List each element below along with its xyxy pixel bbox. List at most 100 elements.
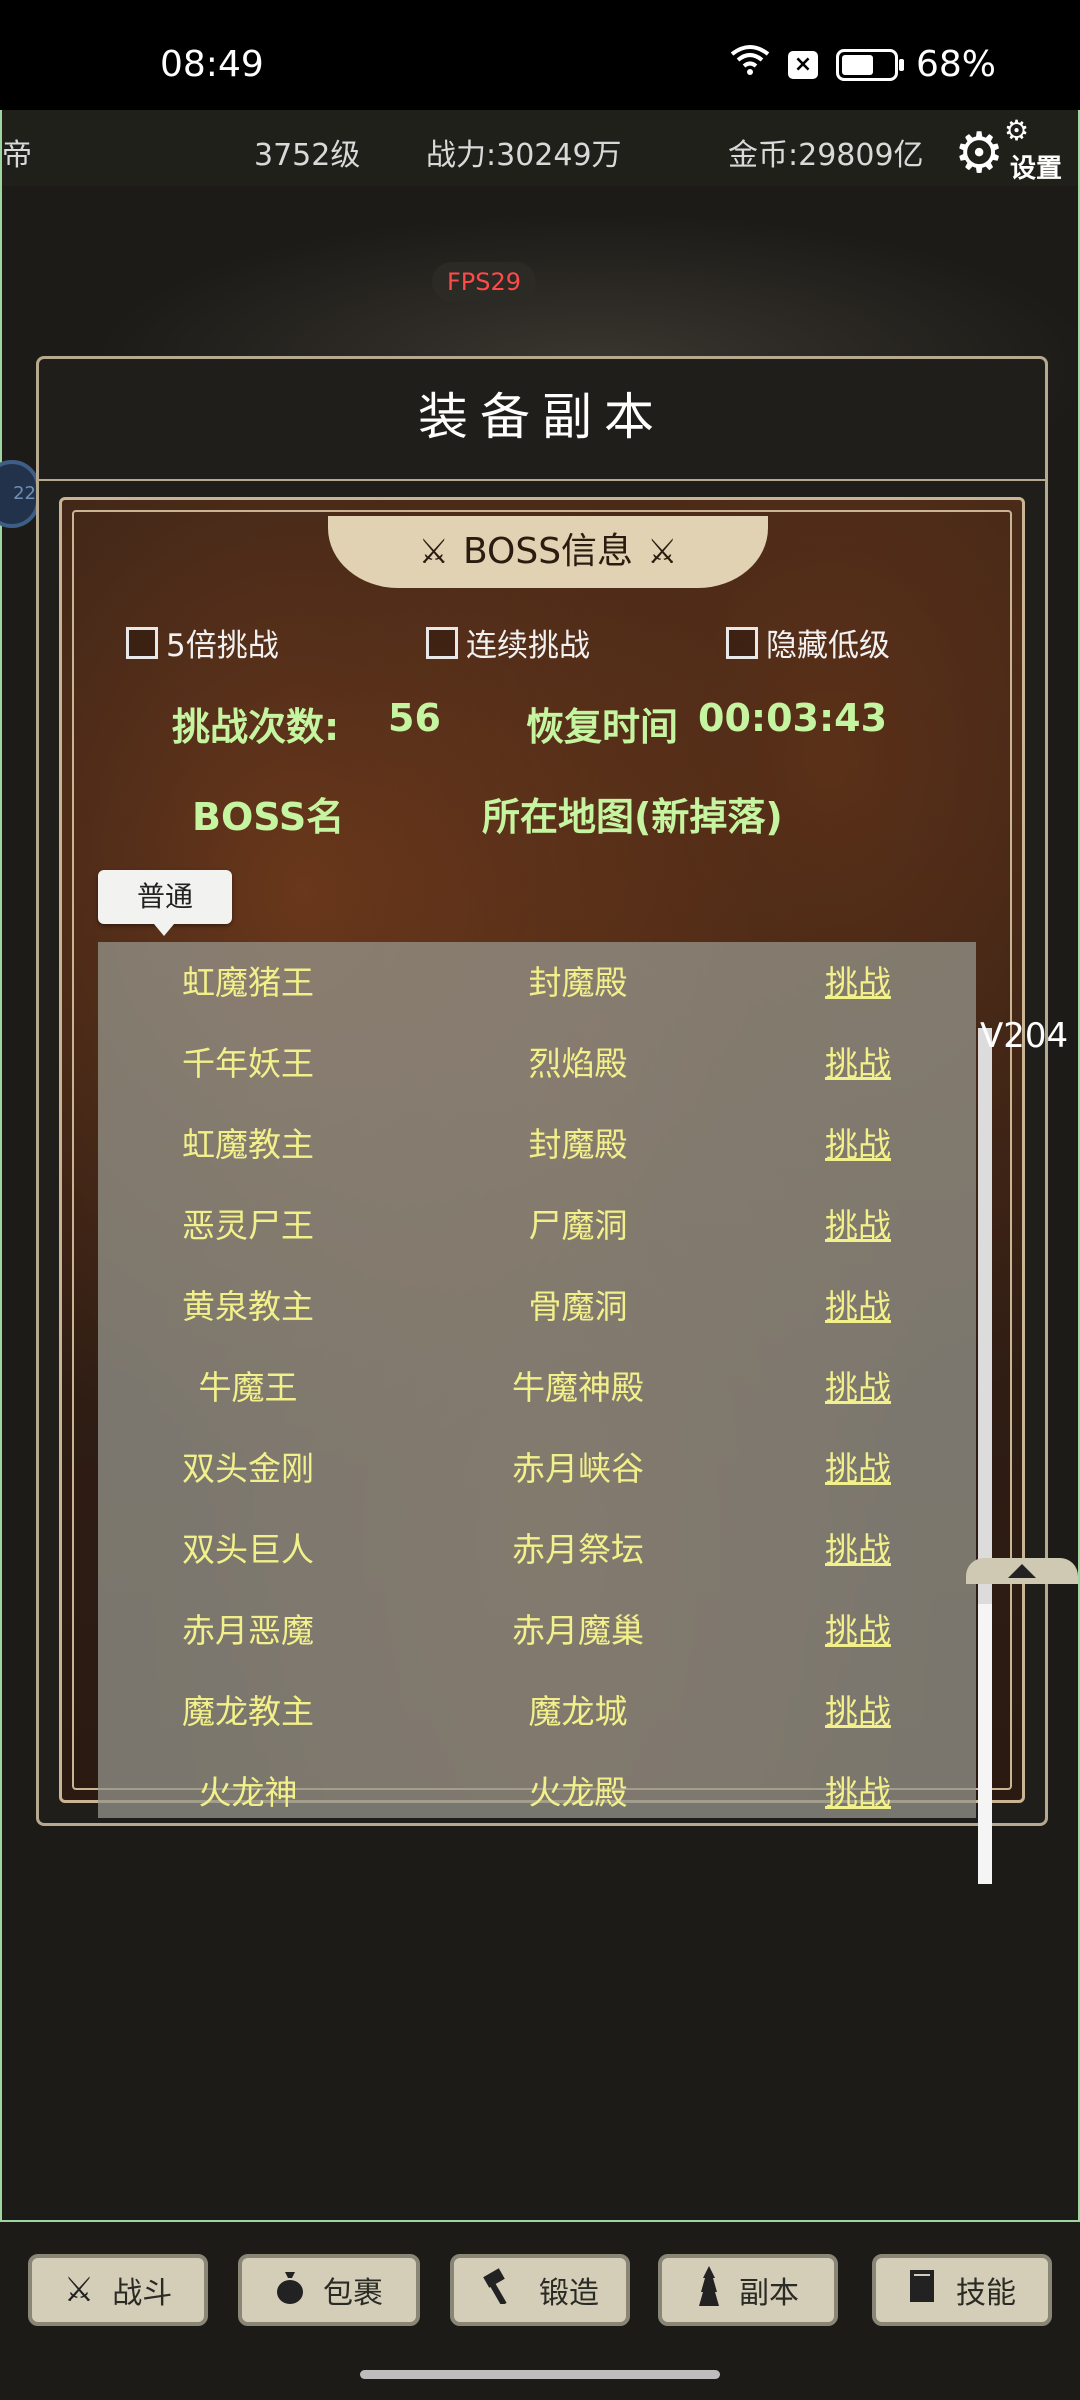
boss-row: 双头巨人 赤月祭坛 挑战 — [98, 1509, 976, 1590]
crossed-swords-icon: ⚔ — [418, 532, 449, 572]
challenge-link[interactable]: 挑战 — [758, 1347, 958, 1428]
equipment-dungeon-panel: 装备副本 ⚔ BOSS信息 ⚔ 5倍挑战 连续挑战 隐藏低级 挑战次数: 56 … — [36, 356, 1048, 1826]
status-bar: 08:49 × 68% — [0, 0, 1080, 110]
version-label: V204 — [980, 1016, 1069, 1056]
nav-skills-button[interactable]: 技能 — [872, 2254, 1052, 2326]
nav-label: 战斗 — [112, 2276, 173, 2311]
checkbox-label: 5倍挑战 — [166, 628, 279, 664]
clock: 08:49 — [160, 44, 264, 85]
battery-percent: 68% — [915, 44, 996, 85]
boss-row: 魔龙教主 魔龙城 挑战 — [98, 1671, 976, 1752]
game-area: 帝 3752级 战力:30249万 金币:29809亿 ⚙ ⚙ 设置 FPS29… — [0, 110, 1080, 2345]
wifi-icon — [730, 44, 770, 85]
boss-name: 虹魔猪王 — [182, 963, 314, 1002]
boss-map: 尸魔洞 — [528, 1206, 628, 1245]
boss-name: 魔龙教主 — [182, 1692, 314, 1731]
boss-map: 魔龙城 — [528, 1692, 628, 1731]
boss-name: 黄泉教主 — [182, 1287, 314, 1326]
recover-time: 00:03:43 — [698, 696, 888, 740]
checkbox-box[interactable] — [726, 626, 758, 659]
boss-row: 火龙神 火龙殿 挑战 — [98, 1752, 976, 1818]
hammer-icon — [481, 2267, 521, 2313]
nav-forge-button[interactable]: 锻造 — [450, 2254, 630, 2326]
settings-button[interactable]: ⚙ ⚙ 设置 — [954, 114, 1064, 186]
boss-map: 骨魔洞 — [528, 1287, 628, 1326]
boss-map: 封魔殿 — [528, 963, 628, 1002]
gear-icon: ⚙ — [954, 121, 1005, 186]
settings-label: 设置 — [1010, 154, 1063, 184]
ribbon-title: BOSS信息 — [462, 531, 634, 572]
challenge-link[interactable]: 挑战 — [758, 1428, 958, 1509]
checkbox-box[interactable] — [426, 626, 458, 659]
challenge-link[interactable]: 挑战 — [758, 942, 958, 1023]
checkbox-label: 隐藏低级 — [766, 628, 890, 664]
boss-row: 虹魔教主 封魔殿 挑战 — [98, 1104, 976, 1185]
boss-name: 火龙神 — [198, 1773, 298, 1812]
checkbox-label: 连续挑战 — [466, 628, 590, 664]
bag-icon — [275, 2268, 305, 2313]
boss-map: 封魔殿 — [528, 1125, 628, 1164]
challenge-link[interactable]: 挑战 — [758, 1671, 958, 1752]
boss-name: 恶灵尸王 — [182, 1206, 314, 1245]
boss-name: 千年妖王 — [182, 1044, 314, 1083]
difficulty-tooltip[interactable]: 普通 — [98, 870, 232, 936]
challenge-count-label: 挑战次数: — [172, 705, 340, 749]
challenge-count: 56 — [388, 696, 441, 740]
challenge-link[interactable]: 挑战 — [758, 1752, 958, 1818]
boss-name: 赤月恶魔 — [182, 1611, 314, 1650]
nav-bag-button[interactable]: 包裹 — [238, 2254, 420, 2326]
checkbox-box[interactable] — [126, 626, 158, 659]
challenge-link[interactable]: 挑战 — [758, 1590, 958, 1671]
bottom-nav: ⚔ 战斗 包裹 锻造 副本 技能 — [0, 2220, 1080, 2348]
crossed-swords-icon: ⚔ — [647, 532, 678, 572]
fps-counter: FPS29 — [432, 262, 536, 302]
options-row: 5倍挑战 连续挑战 隐藏低级 — [126, 620, 1026, 670]
challenge-link[interactable]: 挑战 — [758, 1509, 958, 1590]
boss-row: 黄泉教主 骨魔洞 挑战 — [98, 1266, 976, 1347]
book-icon — [908, 2268, 938, 2313]
boss-row: 虹魔猪王 封魔殿 挑战 — [98, 942, 976, 1023]
top-info-bar: 帝 3752级 战力:30249万 金币:29809亿 ⚙ ⚙ 设置 — [2, 110, 1078, 188]
challenge-link[interactable]: 挑战 — [758, 1266, 958, 1347]
boss-row: 双头金刚 赤月峡谷 挑战 — [98, 1428, 976, 1509]
continuous-challenge-checkbox[interactable]: 连续挑战 — [426, 620, 590, 665]
boss-row: 恶灵尸王 尸魔洞 挑战 — [98, 1185, 976, 1266]
nav-label: 锻造 — [539, 2276, 599, 2311]
recover-time-label: 恢复时间 — [526, 705, 679, 749]
challenge-link[interactable]: 挑战 — [758, 1104, 958, 1185]
five-times-challenge-checkbox[interactable]: 5倍挑战 — [126, 620, 279, 665]
player-level: 3752级 — [254, 138, 361, 173]
battery-level — [841, 54, 873, 75]
home-indicator[interactable] — [360, 2370, 720, 2379]
scrollbar-thumb[interactable] — [978, 1604, 992, 1884]
boss-map: 烈焰殿 — [528, 1044, 628, 1083]
title-fragment: 帝 — [2, 138, 32, 173]
nav-label: 包裹 — [323, 2276, 383, 2311]
boss-list: 虹魔猪王 封魔殿 挑战 千年妖王 烈焰殿 挑战 虹魔教主 封魔殿 挑战 恶灵尸王 尸魔洞 挑战 … — [98, 942, 976, 1818]
boss-map: 赤月魔巢 — [512, 1611, 644, 1650]
side-bubble-button[interactable]: 22 — [0, 460, 40, 528]
challenge-link[interactable]: 挑战 — [758, 1185, 958, 1266]
tower-icon — [697, 2265, 721, 2315]
boss-row: 千年妖王 烈焰殿 挑战 — [98, 1023, 976, 1104]
challenge-link[interactable]: 挑战 — [758, 1023, 958, 1104]
nav-dungeon-button[interactable]: 副本 — [658, 2254, 838, 2326]
map-header: 所在地图(新掉落) — [482, 795, 783, 839]
boss-info-frame: ⚔ BOSS信息 ⚔ 5倍挑战 连续挑战 隐藏低级 挑战次数: 56 恢复时间 — [59, 497, 1026, 1818]
combat-power: 战力:30249万 — [426, 138, 622, 173]
hide-low-level-checkbox[interactable]: 隐藏低级 — [726, 620, 890, 665]
panel-title: 装备副本 — [39, 359, 1045, 481]
notification-icon: × — [787, 50, 818, 79]
boss-name: 虹魔教主 — [182, 1125, 314, 1164]
boss-row: 牛魔王 牛魔神殿 挑战 — [98, 1347, 976, 1428]
boss-map: 赤月祭坛 — [512, 1530, 644, 1569]
boss-map: 赤月峡谷 — [512, 1449, 644, 1488]
boss-name: 牛魔王 — [198, 1368, 298, 1407]
nav-battle-button[interactable]: ⚔ 战斗 — [28, 2254, 208, 2326]
boss-map: 火龙殿 — [528, 1773, 628, 1812]
scroll-up-button[interactable] — [966, 1558, 1078, 1584]
small-gear-icon: ⚙ — [1004, 114, 1030, 147]
nav-label: 技能 — [956, 2276, 1016, 2311]
boss-row: 赤月恶魔 赤月魔巢 挑战 — [98, 1590, 976, 1671]
boss-name: 双头金刚 — [182, 1449, 314, 1488]
